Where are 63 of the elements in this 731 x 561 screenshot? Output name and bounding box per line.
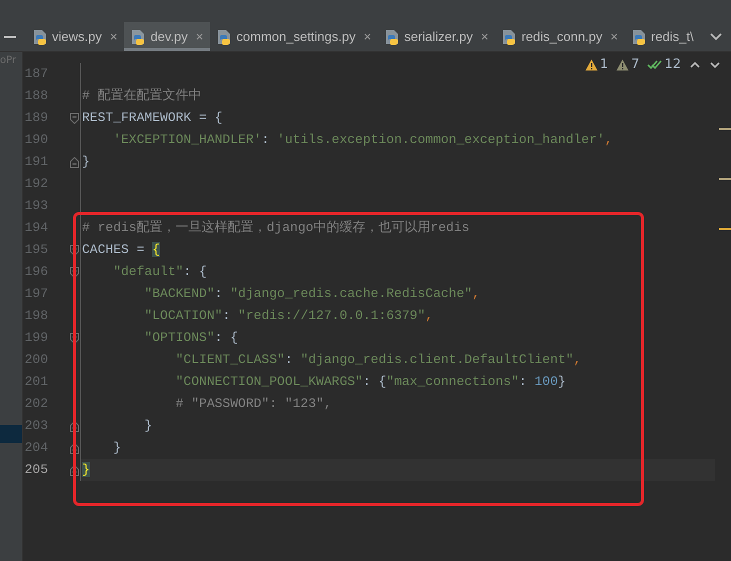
line-number: 192 <box>24 175 48 193</box>
inspection-count[interactable]: 12 <box>664 57 681 72</box>
line-number: 188 <box>24 87 48 105</box>
code-line: "CONNECTION_POOL_KWARGS": {"max_connections": 100} <box>174 373 567 391</box>
line-number: 193 <box>24 197 48 215</box>
file-icon <box>631 28 647 44</box>
line-number: 187 <box>24 65 48 83</box>
double-check-icon <box>647 58 662 70</box>
line-number: 194 <box>24 219 48 237</box>
warning-icon <box>584 58 598 70</box>
inspection-count[interactable]: 7 <box>631 57 640 72</box>
line-number: 198 <box>24 307 48 325</box>
warning-marker[interactable] <box>719 128 731 130</box>
line-number: 197 <box>24 285 48 303</box>
code-line: # 配置在配置文件中 <box>81 87 203 105</box>
line-number: 196 <box>24 263 48 281</box>
unfold-icon[interactable] <box>70 156 79 168</box>
file-tab[interactable]: redis_t\ <box>625 22 701 51</box>
line-number: 189 <box>24 109 48 127</box>
warning-icon <box>616 58 630 70</box>
file-icon <box>216 28 232 44</box>
code-line: "BACKEND": "django_redis.cache.RedisCache", <box>143 285 481 303</box>
close-icon[interactable]: × <box>480 29 488 44</box>
code-line: # "PASSWORD": "123", <box>174 395 333 413</box>
line-number: 202 <box>24 395 48 413</box>
line-number: 203 <box>24 417 48 435</box>
close-icon[interactable]: × <box>364 29 372 44</box>
fold-icon[interactable] <box>70 112 79 124</box>
code-line: # redis配置，一旦这样配置，django中的缓存，也可以用redis <box>81 219 470 237</box>
line-number: 201 <box>24 373 48 391</box>
code-line: "default": { <box>112 263 208 281</box>
close-icon[interactable]: × <box>196 29 204 44</box>
code-line: } <box>112 439 122 457</box>
line-number: 200 <box>24 351 48 369</box>
file-tab[interactable]: common_settings.py × <box>210 22 378 51</box>
code-line: 'EXCEPTION_HANDLER': 'utils.exception.common_exception_handler', <box>112 131 614 149</box>
code-line: CACHES = { <box>81 241 162 259</box>
code-line: } <box>81 153 91 171</box>
close-icon[interactable]: × <box>610 29 618 44</box>
warning-marker[interactable] <box>719 228 731 230</box>
file-icon <box>32 28 48 44</box>
file-icon <box>130 28 146 44</box>
file-tab[interactable]: views.py × <box>26 22 124 51</box>
file-tab[interactable]: dev.py × <box>124 22 210 51</box>
warning-marker[interactable] <box>719 178 731 180</box>
selection-bar <box>0 425 22 443</box>
file-icon <box>501 28 518 44</box>
file-tab[interactable]: redis_conn.py × <box>495 22 625 51</box>
line-number: 199 <box>24 329 48 347</box>
line-number: 195 <box>24 241 48 259</box>
line-number: 191 <box>24 153 48 171</box>
file-icon <box>384 28 400 44</box>
line-number: 205 <box>24 461 48 479</box>
close-icon[interactable]: × <box>110 29 118 44</box>
code-line: } <box>143 417 154 435</box>
inspection-count[interactable]: 1 <box>600 57 608 72</box>
code-line: "LOCATION": "redis://127.0.0.1:6379", <box>143 307 434 325</box>
code-line: "OPTIONS": { <box>143 329 240 347</box>
file-tab[interactable]: serializer.py × <box>378 22 496 51</box>
line-number: 190 <box>24 131 48 149</box>
code-line: REST_FRAMEWORK = { <box>81 109 224 127</box>
line-number: 204 <box>24 439 48 457</box>
code-line: "CLIENT_CLASS": "django_redis.client.DefaultClient", <box>174 351 582 369</box>
